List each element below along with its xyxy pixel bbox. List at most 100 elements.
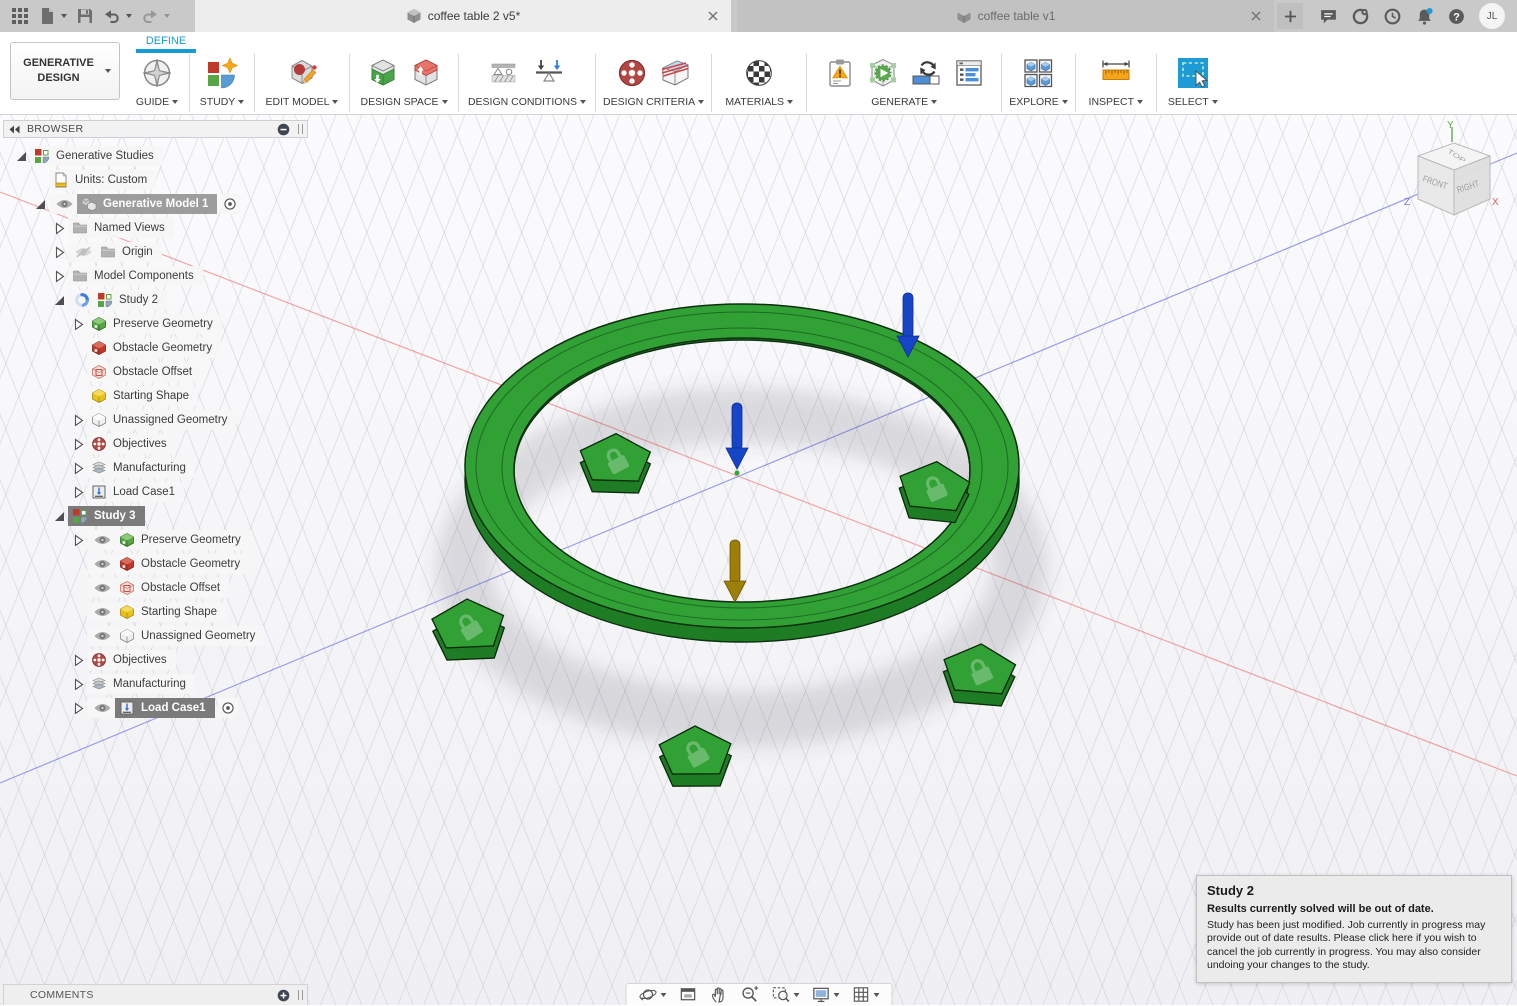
expander-open-icon[interactable] (34, 198, 49, 211)
job-status-icon[interactable] (1351, 7, 1370, 26)
expander-closed-icon[interactable] (72, 534, 87, 547)
browser-row-manufacturing[interactable]: Manufacturing (3, 672, 308, 696)
user-avatar[interactable]: JL (1479, 3, 1505, 29)
browser-row-obstacle-geometry[interactable]: Obstacle Geometry (3, 552, 308, 576)
zoom-button[interactable] (736, 984, 763, 1006)
document-tab-inactive[interactable]: coffee table v1 (737, 0, 1274, 32)
ribbon-dropdown-edit-model[interactable]: EDIT MODEL (266, 96, 339, 108)
constraints-icon[interactable] (489, 56, 523, 90)
browser-row-manufacturing[interactable]: Manufacturing (3, 456, 308, 480)
browser-row-study-2[interactable]: Study 2 (3, 288, 308, 312)
browser-row-model-components[interactable]: Model Components (3, 264, 308, 288)
expander-open-icon[interactable] (53, 294, 68, 307)
ribbon-dropdown-study[interactable]: STUDY (200, 96, 245, 108)
materials-icon[interactable] (742, 56, 776, 90)
ribbon-dropdown-design-space[interactable]: DESIGN SPACE (361, 96, 448, 108)
new-tab-button[interactable] (1277, 3, 1303, 29)
browser-row-obstacle-geometry[interactable]: Obstacle Geometry (3, 336, 308, 360)
visibility-eye-icon[interactable] (93, 557, 112, 571)
visibility-eye-icon[interactable] (55, 197, 74, 211)
select-icon[interactable] (1176, 56, 1210, 90)
compass-icon[interactable] (140, 56, 174, 90)
expander-closed-icon[interactable] (53, 270, 68, 283)
workspace-selector[interactable]: GENERATIVE DESIGN (10, 42, 120, 100)
expander-closed-icon[interactable] (53, 246, 68, 259)
expander-closed-icon[interactable] (72, 486, 87, 499)
load-arrow-olive[interactable] (723, 539, 747, 603)
preserve-space-icon[interactable] (366, 56, 400, 90)
undo-button[interactable] (100, 5, 135, 27)
visibility-eye-icon[interactable] (93, 533, 112, 547)
browser-row-origin[interactable]: Origin (3, 240, 308, 264)
browser-row-unassigned-geometry[interactable]: Unassigned Geometry (3, 408, 308, 432)
panel-drag-handle[interactable] (298, 990, 303, 1000)
help-icon[interactable]: ? (1447, 7, 1466, 26)
browser-row-named-views[interactable]: Named Views (3, 216, 308, 240)
pan-button[interactable] (705, 984, 732, 1006)
orbit-button[interactable] (634, 984, 670, 1006)
ribbon-dropdown-materials[interactable]: MATERIALS (725, 96, 794, 108)
fit-button[interactable] (767, 984, 803, 1006)
ribbon-dropdown-explore[interactable]: EXPLORE (1009, 96, 1068, 108)
study-notification[interactable]: Study 2 Results currently solved will be… (1196, 875, 1512, 983)
expander-closed-icon[interactable] (72, 654, 87, 667)
visibility-eye-icon[interactable] (93, 605, 112, 619)
look-at-button[interactable] (674, 984, 701, 1006)
ribbon-dropdown-inspect[interactable]: INSPECT (1089, 96, 1144, 108)
grid-settings-button[interactable] (847, 984, 883, 1006)
explore-icon[interactable] (1021, 56, 1055, 90)
ribbon-dropdown-design-criteria[interactable]: DESIGN CRITERIA (603, 96, 705, 108)
generate-icon[interactable] (866, 56, 900, 90)
visibility-eye-off-icon[interactable] (74, 245, 93, 259)
tab-define[interactable]: DEFINE (136, 35, 196, 47)
collapse-panel-icon[interactable] (8, 123, 21, 136)
feedback-comment-icon[interactable] (1319, 7, 1338, 26)
expander-closed-icon[interactable] (72, 702, 87, 715)
ribbon-dropdown-generate[interactable]: GENERATE (871, 96, 938, 108)
browser-row-generative-model-1[interactable]: Generative Model 1 (3, 192, 308, 216)
edit-model-icon[interactable] (285, 56, 319, 90)
ribbon-dropdown-select[interactable]: SELECT (1168, 96, 1218, 108)
document-tab-active[interactable]: coffee table 2 v5* (195, 0, 731, 32)
notifications-bell-icon[interactable] (1415, 7, 1434, 26)
explore-results-icon[interactable] (952, 56, 986, 90)
objectives-icon[interactable] (615, 56, 649, 90)
expander-closed-icon[interactable] (72, 318, 87, 331)
browser-row-objectives[interactable]: Objectives (3, 648, 308, 672)
expander-closed-icon[interactable] (72, 414, 87, 427)
expander-closed-icon[interactable] (72, 678, 87, 691)
expander-closed-icon[interactable] (72, 438, 87, 451)
browser-row-unassigned-geometry[interactable]: Unassigned Geometry (3, 624, 308, 648)
remove-panel-icon[interactable] (277, 123, 290, 136)
expander-open-icon[interactable] (15, 150, 30, 163)
close-tab-icon[interactable] (1250, 10, 1262, 22)
expander-open-icon[interactable] (53, 510, 68, 523)
browser-row-obstacle-offset[interactable]: Obstacle Offset (3, 576, 308, 600)
job-status-icon[interactable] (909, 56, 943, 90)
browser-row-preserve-geometry[interactable]: Preserve Geometry (3, 312, 308, 336)
visibility-eye-icon[interactable] (93, 581, 112, 595)
expander-closed-icon[interactable] (72, 462, 87, 475)
pre-check-icon[interactable] (823, 56, 857, 90)
browser-row-preserve-geometry[interactable]: Preserve Geometry (3, 528, 308, 552)
browser-header[interactable]: BROWSER (3, 120, 308, 138)
ribbon-dropdown-design-conditions[interactable]: DESIGN CONDITIONS (468, 96, 587, 108)
comments-panel[interactable]: COMMENTS (3, 984, 308, 1005)
browser-row-objectives[interactable]: Objectives (3, 432, 308, 456)
close-tab-icon[interactable] (707, 10, 719, 22)
browser-row-load-case1[interactable]: Load Case1 (3, 480, 308, 504)
expander-closed-icon[interactable] (53, 222, 68, 235)
browser-row-units-custom[interactable]: Units: Custom (3, 168, 308, 192)
criteria-volume-icon[interactable] (658, 56, 692, 90)
app-grid-button[interactable] (8, 5, 32, 27)
visibility-eye-icon[interactable] (93, 629, 112, 643)
display-settings-button[interactable] (807, 984, 843, 1006)
visibility-eye-icon[interactable] (93, 701, 112, 715)
activate-radio-icon[interactable] (220, 194, 241, 214)
browser-row-obstacle-offset[interactable]: Obstacle Offset (3, 360, 308, 384)
browser-row-generative-studies[interactable]: Generative Studies (3, 144, 308, 168)
viewcube[interactable]: TOP FRONT RIGHT Y Z X (1404, 120, 1499, 216)
add-comment-icon[interactable] (277, 989, 290, 1002)
loads-icon[interactable] (532, 56, 566, 90)
browser-row-load-case1[interactable]: Load Case1 (3, 696, 308, 720)
